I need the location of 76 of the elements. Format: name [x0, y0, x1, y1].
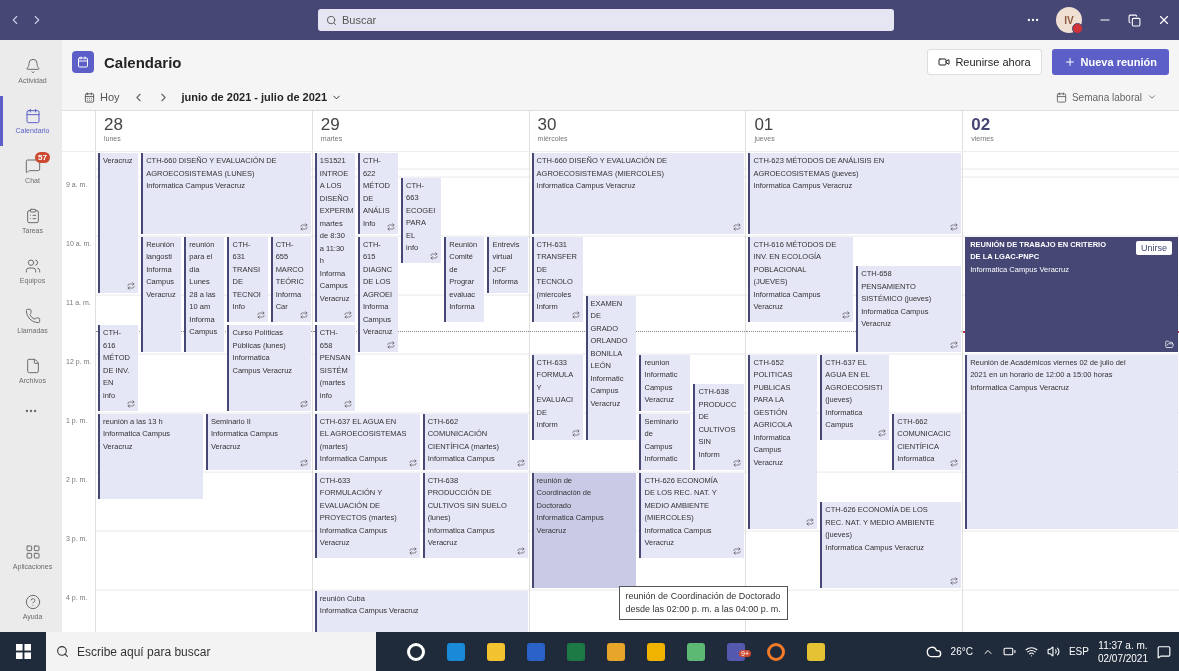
repeat-icon [387, 222, 396, 231]
repeat-icon [950, 576, 959, 585]
repeat-icon [408, 458, 417, 467]
repeat-icon [299, 458, 308, 467]
search-field[interactable]: Buscar [318, 9, 894, 31]
day-number: 01 [754, 115, 775, 135]
repeat-icon [299, 311, 308, 320]
people-icon [24, 258, 41, 274]
caret-icon [1147, 92, 1157, 102]
repeat-icon [950, 458, 959, 467]
temperature-text: 26°C [950, 646, 973, 657]
repeat-icon [516, 458, 525, 467]
today-button[interactable]: Hoy [84, 91, 120, 103]
calendar-icon [84, 91, 95, 103]
repeat-icon [733, 547, 742, 556]
video-icon [938, 56, 951, 68]
chat-icon [24, 158, 41, 174]
calendar-logo-icon [72, 51, 94, 73]
meet-now-button[interactable]: Reunirse ahora [927, 49, 1042, 75]
plus-icon [1063, 56, 1076, 68]
repeat-icon [950, 222, 959, 231]
day-number: 02 [971, 115, 992, 135]
repeat-icon [571, 311, 580, 320]
repeat-icon [878, 429, 887, 438]
page-title: Calendario [104, 53, 182, 71]
taskbar-search-field[interactable]: Escribe aquí para buscar [46, 632, 376, 671]
help-icon [24, 594, 41, 610]
repeat-icon [733, 458, 742, 467]
bell-icon [24, 58, 41, 74]
battery-icon[interactable] [1002, 645, 1016, 658]
repeat-icon [430, 252, 439, 261]
repeat-icon [733, 222, 742, 231]
repeat-icon [127, 399, 136, 408]
repeat-icon [806, 517, 815, 526]
date-range-dropdown[interactable]: junio de 2021 - julio de 2021 [181, 91, 343, 103]
repeat-icon [516, 547, 525, 556]
day-number: 29 [320, 115, 341, 135]
calendar-icon [1055, 91, 1067, 103]
phone-icon [24, 308, 41, 324]
apps-icon [24, 544, 41, 560]
volume-icon[interactable] [1046, 645, 1060, 658]
calendar-icon [24, 108, 41, 124]
folder-icon [1165, 339, 1174, 349]
tooltip-text: desde las 02:00 p. m. a las 04:00 p. m. [625, 602, 781, 616]
view-dropdown[interactable]: Semana laboral [1055, 91, 1157, 103]
repeat-icon [950, 340, 959, 349]
repeat-icon [387, 340, 396, 349]
repeat-icon [842, 311, 851, 320]
repeat-icon [299, 399, 308, 408]
new-meeting-button[interactable]: Nueva reunión [1051, 49, 1169, 75]
tooltip-text: reunión de Coordinación de Doctorado [625, 589, 781, 603]
repeat-icon [571, 429, 580, 438]
repeat-icon [343, 399, 352, 408]
repeat-icon [256, 311, 265, 320]
repeat-icon [408, 547, 417, 556]
file-icon [24, 358, 41, 374]
clipboard-icon [24, 208, 41, 224]
day-number: 28 [104, 115, 124, 135]
status-dot [1072, 23, 1083, 34]
clock-date: 02/07/2021 [1097, 651, 1148, 665]
user-avatar[interactable]: IV [1056, 7, 1082, 33]
wifi-icon[interactable] [1024, 645, 1038, 658]
language-indicator[interactable]: ESP [1068, 646, 1089, 657]
restore-icon[interactable] [1128, 13, 1141, 27]
join-button[interactable]: Unirse [1135, 240, 1172, 255]
repeat-icon [299, 222, 308, 231]
windows-logo-icon [15, 644, 31, 659]
repeat-icon [343, 311, 352, 320]
search-icon [56, 645, 69, 658]
day-number: 30 [537, 115, 558, 135]
clock-time: 11:37 a. m. [1098, 638, 1148, 652]
search-icon [326, 14, 337, 26]
repeat-icon [127, 281, 136, 290]
notifications-icon[interactable] [1157, 644, 1171, 659]
close-icon[interactable] [1157, 13, 1171, 27]
notification-badge: 57 [35, 152, 50, 163]
